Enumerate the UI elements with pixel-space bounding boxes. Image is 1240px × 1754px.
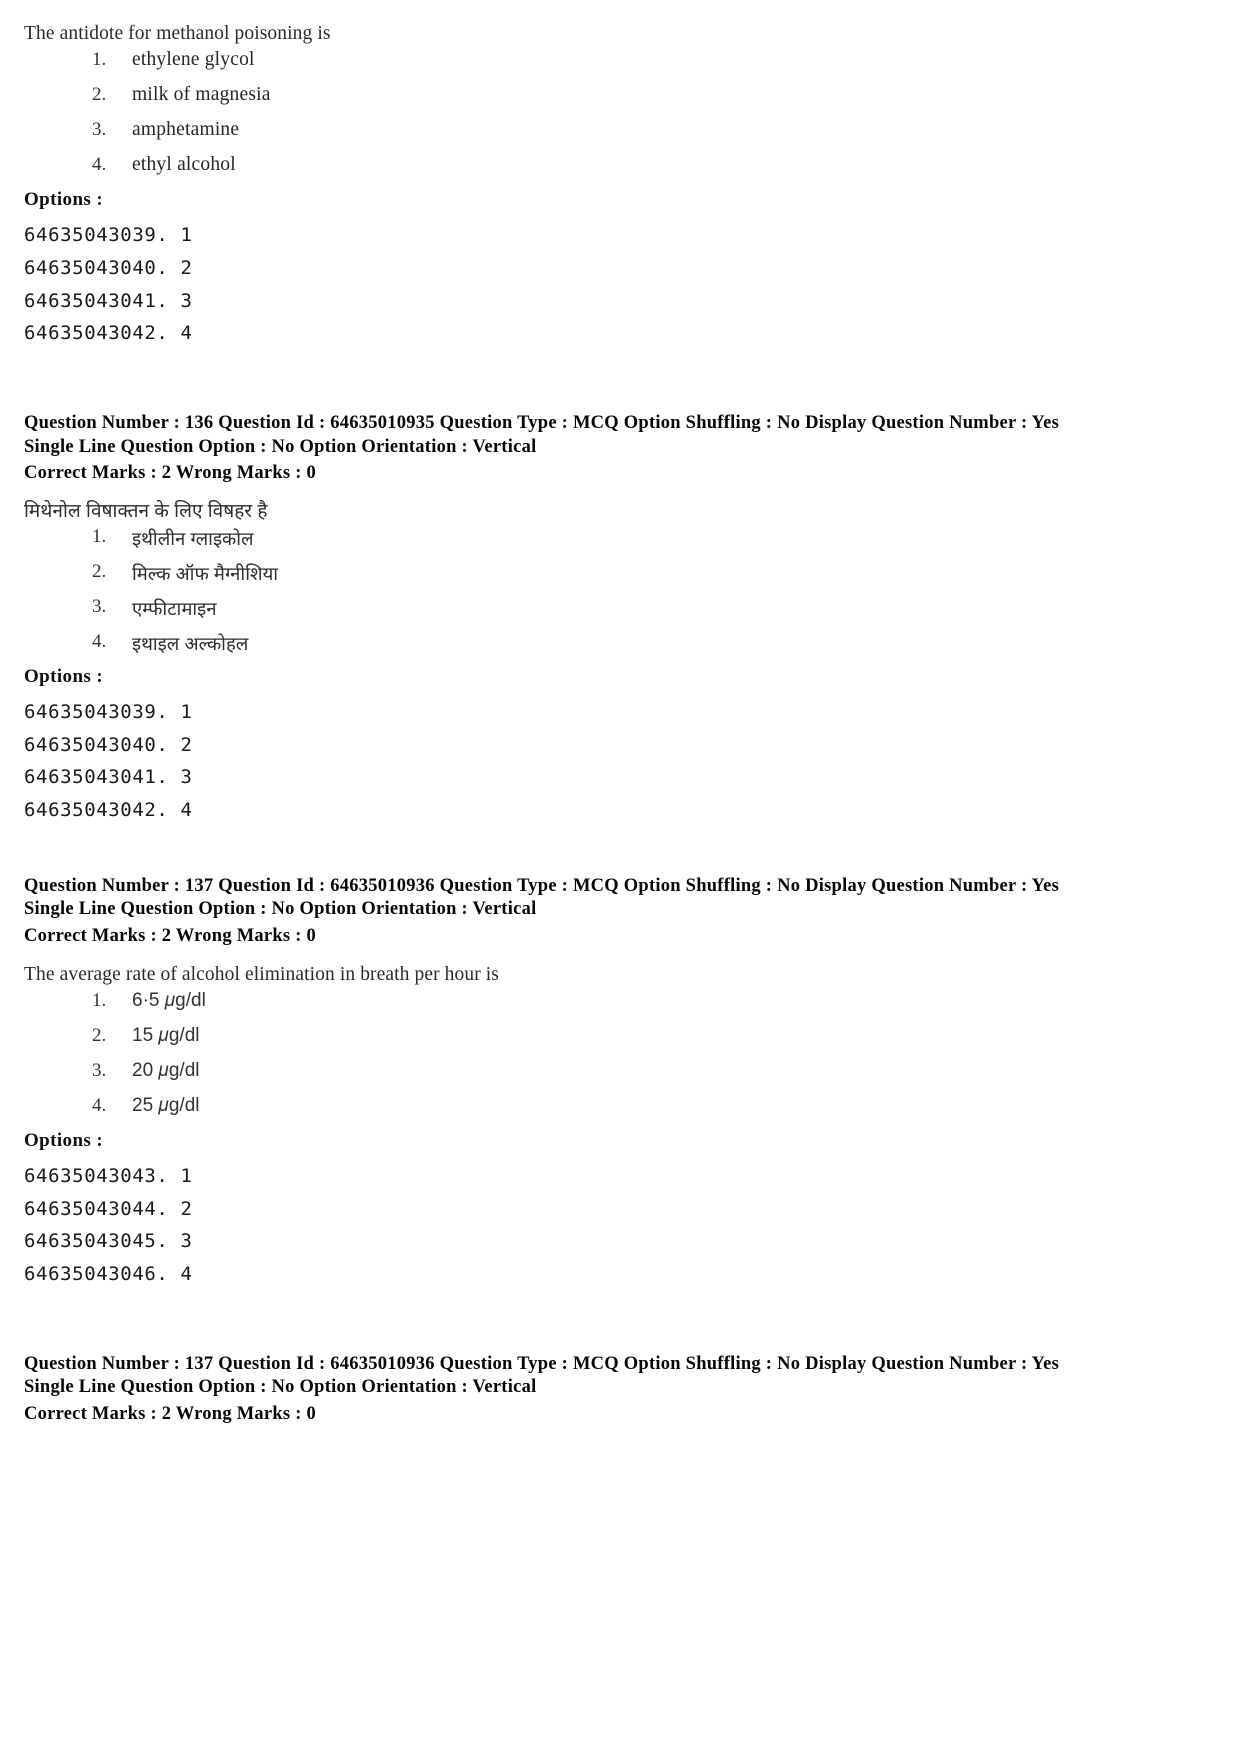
metadata-line-identity: Question Number : 136 Question Id : 6463… — [24, 413, 1060, 434]
option-unit: g/dl — [168, 1094, 200, 1116]
option-id-row: 64635043039. 1 — [24, 700, 193, 723]
options-label: Options : — [24, 189, 104, 211]
option-value: 25 — [132, 1094, 154, 1116]
options-label: Options : — [24, 1129, 104, 1151]
option-item[interactable]: 1. इथीलीन ग्लाइकोल — [24, 526, 1084, 555]
option-number: 3. — [92, 1059, 107, 1081]
metadata-line-layout: Single Line Question Option : No Option … — [24, 899, 537, 920]
option-label: milk of magnesia — [132, 84, 271, 106]
option-item[interactable]: 2. मिल्क ऑफ मैग्नीशिया — [24, 561, 1084, 590]
option-id-row: 64635043046. 4 — [24, 1262, 193, 1285]
question-137-metadata-bottom: Question Number : 137 Question Id : 6463… — [24, 1353, 1084, 1427]
micro-symbol: μ — [158, 1024, 169, 1046]
option-label: इथीलीन ग्लाइकोल — [132, 527, 254, 549]
options-label: Options : — [24, 665, 104, 687]
option-value: 6·5 — [132, 989, 160, 1011]
option-number: 1. — [92, 989, 107, 1011]
question-137-metadata-top: Question Number : 137 Question Id : 6463… — [24, 875, 1084, 949]
option-unit: g/dl — [168, 1059, 200, 1081]
option-id-row: 64635043043. 1 — [24, 1164, 193, 1187]
option-unit: g/dl — [175, 989, 206, 1011]
option-id-row: 64635043040. 2 — [24, 733, 193, 756]
option-number: 1. — [92, 49, 107, 71]
question-stem-hindi: मिथेनोल विषाक्तन के लिए विषहर है — [24, 501, 268, 523]
option-number: 3. — [92, 119, 107, 141]
option-label: एम्फीटामाइन — [132, 597, 217, 619]
question-136-english-block: The antidote for methanol poisoning is 1… — [24, 22, 1084, 350]
option-label: 6·5 μg/dl — [132, 990, 206, 1012]
option-label: ethylene glycol — [132, 49, 255, 71]
option-label: amphetamine — [132, 119, 240, 141]
option-list-hindi: 1. इथीलीन ग्लाइकोल 2. मिल्क ऑफ मैग्नीशिय… — [24, 526, 1084, 660]
question-136-hindi-block: मिथेनोल विषाक्तन के लिए विषहर है 1. इथील… — [24, 500, 1084, 826]
option-number: 2. — [92, 84, 107, 106]
metadata-line-marks: Correct Marks : 2 Wrong Marks : 0 — [24, 925, 317, 946]
question-136-metadata: Question Number : 136 Question Id : 6463… — [24, 412, 1084, 486]
question-stem: The average rate of alcohol elimination … — [24, 963, 499, 985]
option-number: 2. — [92, 1024, 107, 1046]
option-number: 4. — [92, 1094, 107, 1116]
option-number: 4. — [92, 154, 107, 176]
option-item[interactable]: 1. ethylene glycol — [24, 49, 1084, 78]
option-id-row: 64635043045. 3 — [24, 1230, 193, 1253]
metadata-line-layout: Single Line Question Option : No Option … — [24, 436, 537, 457]
option-value: 15 — [132, 1024, 154, 1046]
option-id-row: 64635043040. 2 — [24, 257, 193, 280]
metadata-line-layout: Single Line Question Option : No Option … — [24, 1377, 537, 1398]
option-item[interactable]: 3. 20 μg/dl — [24, 1060, 1084, 1089]
option-item[interactable]: 2. milk of magnesia — [24, 84, 1084, 113]
option-label: मिल्क ऑफ मैग्नीशिया — [132, 562, 279, 584]
question-137-english-block: The average rate of alcohol elimination … — [24, 963, 1084, 1291]
option-number: 4. — [92, 630, 107, 652]
micro-symbol: μ — [158, 1094, 169, 1116]
question-stem: The antidote for methanol poisoning is — [24, 23, 331, 44]
option-label: ethyl alcohol — [132, 154, 236, 176]
option-number: 1. — [92, 525, 107, 547]
option-number: 2. — [92, 560, 107, 582]
option-label: 15 μg/dl — [132, 1025, 199, 1047]
option-item[interactable]: 4. ethyl alcohol — [24, 154, 1084, 183]
option-item[interactable]: 4. 25 μg/dl — [24, 1095, 1084, 1124]
option-label: 20 μg/dl — [132, 1060, 199, 1082]
metadata-line-identity: Question Number : 137 Question Id : 6463… — [24, 1353, 1060, 1374]
option-id-row: 64635043041. 3 — [24, 766, 193, 789]
option-item[interactable]: 2. 15 μg/dl — [24, 1025, 1084, 1054]
option-list: 1. 6·5 μg/dl 2. 15 μg/dl 3. 20 μg/dl 4. … — [24, 990, 1084, 1124]
option-item[interactable]: 3. एम्फीटामाइन — [24, 596, 1084, 625]
option-item[interactable]: 1. 6·5 μg/dl — [24, 990, 1084, 1019]
option-id-row: 64635043044. 2 — [24, 1197, 193, 1220]
option-id-row: 64635043042. 4 — [24, 322, 193, 345]
micro-symbol: μ — [158, 1059, 169, 1081]
metadata-line-marks: Correct Marks : 2 Wrong Marks : 0 — [24, 463, 317, 484]
option-id-row: 64635043041. 3 — [24, 289, 193, 312]
page-content: The antidote for methanol poisoning is 1… — [24, 22, 1084, 1427]
option-id-row: 64635043039. 1 — [24, 224, 193, 247]
option-list: 1. ethylene glycol 2. milk of magnesia 3… — [24, 49, 1084, 183]
option-label: 25 μg/dl — [132, 1095, 199, 1117]
option-label: इथाइल अल्कोहल — [132, 632, 249, 654]
document-page: The antidote for methanol poisoning is 1… — [0, 0, 1240, 1754]
option-id-row: 64635043042. 4 — [24, 798, 193, 821]
option-item[interactable]: 4. इथाइल अल्कोहल — [24, 631, 1084, 660]
option-unit: g/dl — [168, 1024, 200, 1046]
metadata-line-identity: Question Number : 137 Question Id : 6463… — [24, 875, 1060, 896]
option-number: 3. — [92, 595, 107, 617]
option-value: 20 — [132, 1059, 154, 1081]
option-item[interactable]: 3. amphetamine — [24, 119, 1084, 148]
metadata-line-marks: Correct Marks : 2 Wrong Marks : 0 — [24, 1403, 317, 1424]
micro-symbol: μ — [164, 989, 176, 1011]
